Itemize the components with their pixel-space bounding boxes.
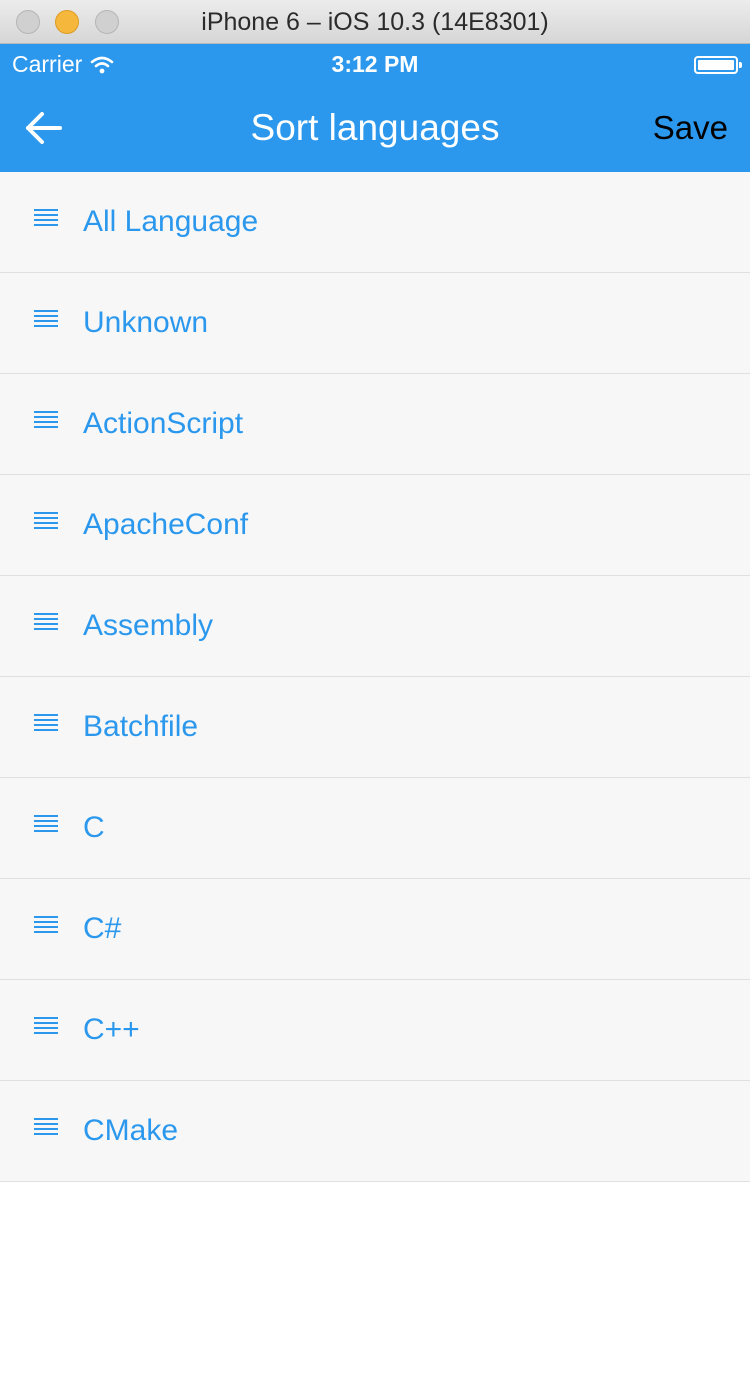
- list-item[interactable]: C++: [0, 980, 750, 1081]
- back-button[interactable]: [20, 104, 68, 152]
- language-label: C++: [83, 1013, 140, 1046]
- list-item[interactable]: ActionScript: [0, 374, 750, 475]
- save-button[interactable]: Save: [653, 104, 728, 152]
- list-item[interactable]: All Language: [0, 172, 750, 273]
- drag-handle-icon[interactable]: [34, 310, 58, 328]
- window-titlebar: iPhone 6 – iOS 10.3 (14E8301): [0, 0, 750, 44]
- language-label: Assembly: [83, 609, 214, 642]
- language-label: ApacheConf: [83, 508, 249, 541]
- language-label: Batchfile: [83, 710, 199, 743]
- list-item[interactable]: Unknown: [0, 273, 750, 374]
- language-label: ActionScript: [83, 407, 244, 440]
- list-item[interactable]: CMake: [0, 1081, 750, 1182]
- drag-handle-icon[interactable]: [34, 916, 58, 934]
- battery-level: [698, 60, 734, 70]
- drag-handle-icon[interactable]: [34, 1017, 58, 1035]
- page-title: Sort languages: [250, 107, 500, 148]
- drag-handle-icon[interactable]: [34, 714, 58, 732]
- list-item[interactable]: C: [0, 778, 750, 879]
- language-label: Unknown: [83, 306, 209, 339]
- battery-nub: [739, 62, 742, 68]
- drag-handle-icon[interactable]: [34, 512, 58, 530]
- list-item[interactable]: Assembly: [0, 576, 750, 677]
- window-title: iPhone 6 – iOS 10.3 (14E8301): [201, 8, 549, 36]
- simulator-window: iPhone 6 – iOS 10.3 (14E8301) Carrier 3:…: [0, 0, 750, 1378]
- drag-handle-icon[interactable]: [34, 209, 58, 227]
- arrow-left-icon: [26, 112, 62, 144]
- language-list: All Language Unknown ActionScript Apache…: [0, 172, 750, 1182]
- app-header: Carrier 3:12 PM Sort languages Save: [0, 44, 750, 172]
- language-label: C#: [83, 912, 122, 945]
- language-label: All Language: [83, 205, 259, 238]
- battery-icon: [694, 56, 742, 74]
- drag-handle-icon[interactable]: [34, 815, 58, 833]
- drag-handle-icon[interactable]: [34, 613, 58, 631]
- drag-handle-icon[interactable]: [34, 1118, 58, 1136]
- status-time: 3:12 PM: [331, 51, 419, 77]
- language-label: CMake: [83, 1114, 179, 1147]
- language-label: C: [83, 811, 105, 844]
- drag-handle-icon[interactable]: [34, 411, 58, 429]
- list-item[interactable]: C#: [0, 879, 750, 980]
- list-item[interactable]: ApacheConf: [0, 475, 750, 576]
- list-item[interactable]: Batchfile: [0, 677, 750, 778]
